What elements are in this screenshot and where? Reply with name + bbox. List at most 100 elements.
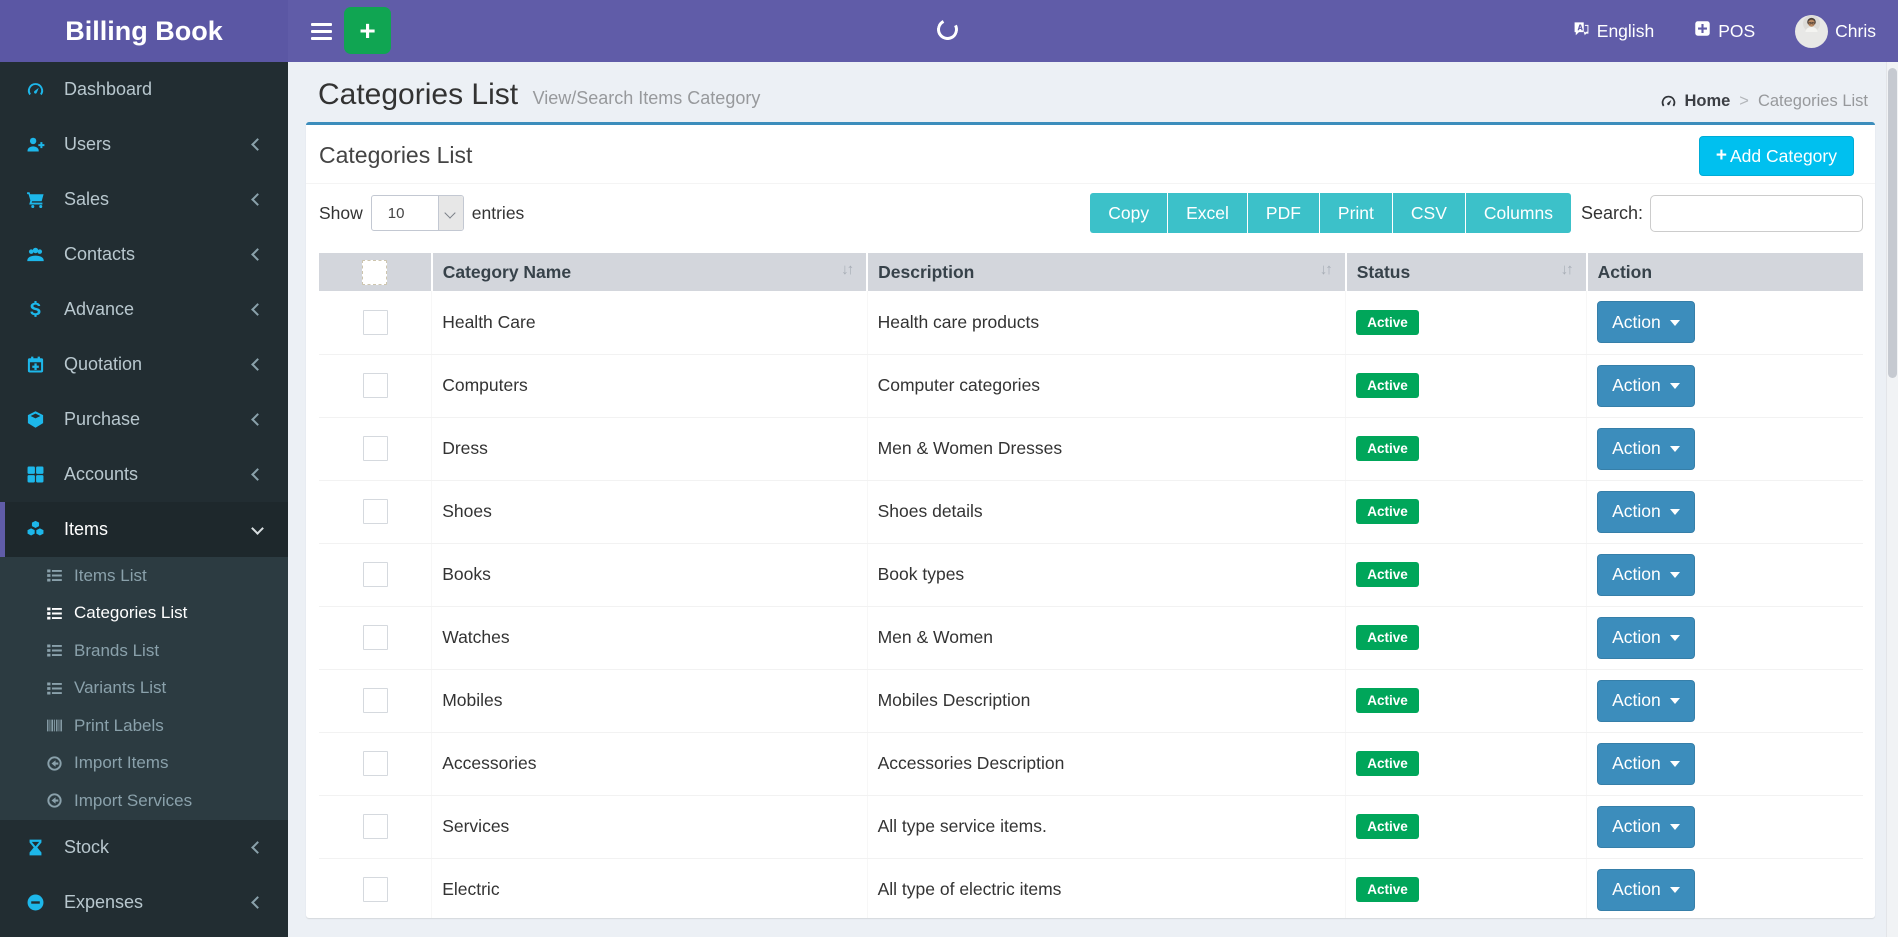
export-excel-button[interactable]: Excel xyxy=(1168,193,1248,233)
export-copy-button[interactable]: Copy xyxy=(1090,193,1168,233)
list-icon xyxy=(46,642,74,659)
sidebar-item-brands-list[interactable]: Brands List xyxy=(0,632,288,670)
hamburger-icon xyxy=(311,23,332,40)
row-checkbox[interactable] xyxy=(363,310,388,335)
caret-down-icon xyxy=(1670,698,1680,709)
cell-description: Book types xyxy=(867,543,1346,606)
row-action-button[interactable]: Action xyxy=(1597,680,1695,722)
page-scrollbar xyxy=(1886,62,1898,937)
row-checkbox[interactable] xyxy=(363,499,388,524)
sidebar-item-users[interactable]: Users xyxy=(0,117,288,172)
row-action-button[interactable]: Action xyxy=(1597,491,1695,533)
column-header-description[interactable]: Description ↓↑ xyxy=(867,253,1346,291)
sort-icon: ↓↑ xyxy=(1561,261,1572,278)
row-checkbox[interactable] xyxy=(363,814,388,839)
pos-button[interactable]: POS xyxy=(1694,20,1755,42)
row-action-button[interactable]: Action xyxy=(1597,869,1695,911)
sidebar-item-categories-list[interactable]: Categories List xyxy=(0,595,288,633)
page-size-value: 10 xyxy=(372,196,438,230)
row-checkbox[interactable] xyxy=(363,751,388,776)
breadcrumb-separator: > xyxy=(1739,92,1749,111)
language-menu[interactable]: English xyxy=(1573,20,1654,42)
chevron-down-icon xyxy=(438,196,463,230)
sidebar-item-stock[interactable]: Stock xyxy=(0,820,288,875)
user-name: Chris xyxy=(1835,21,1876,42)
dollar-icon xyxy=(26,300,56,319)
table-header-row: Category Name ↓↑ Description ↓↑ Status ↓… xyxy=(319,253,1863,291)
scrollbar-thumb[interactable] xyxy=(1888,68,1897,378)
row-checkbox[interactable] xyxy=(363,877,388,902)
chevron-left-icon xyxy=(251,248,264,261)
add-category-button[interactable]: + Add Category xyxy=(1699,136,1854,176)
panel-title: Categories List xyxy=(319,139,1854,171)
export-columns-button[interactable]: Columns xyxy=(1466,193,1571,233)
cell-description: All type of electric items xyxy=(867,858,1346,918)
sidebar-item-quotation[interactable]: Quotation xyxy=(0,337,288,392)
export-pdf-button[interactable]: PDF xyxy=(1248,193,1320,233)
table-row-computers: ComputersComputer categories Active Action xyxy=(319,354,1863,417)
row-checkbox[interactable] xyxy=(363,436,388,461)
row-checkbox[interactable] xyxy=(363,625,388,650)
row-action-button[interactable]: Action xyxy=(1597,554,1695,596)
sidebar-item-contacts[interactable]: Contacts xyxy=(0,227,288,282)
chevron-left-icon xyxy=(251,896,264,909)
sidebar-item-items-list[interactable]: Items List xyxy=(0,557,288,595)
column-header-category-name[interactable]: Category Name ↓↑ xyxy=(432,253,867,291)
row-action-button[interactable]: Action xyxy=(1597,806,1695,848)
gauge-icon xyxy=(1660,93,1677,110)
row-action-button[interactable]: Action xyxy=(1597,365,1695,407)
loading-spinner-icon xyxy=(934,16,960,42)
sidebar-item-import-items[interactable]: Import Items xyxy=(0,745,288,783)
row-action-button[interactable]: Action xyxy=(1597,617,1695,659)
sidebar-item-sales[interactable]: Sales xyxy=(0,172,288,227)
export-print-button[interactable]: Print xyxy=(1320,193,1393,233)
row-action-button[interactable]: Action xyxy=(1597,301,1695,343)
chevron-left-icon xyxy=(251,358,264,371)
row-checkbox[interactable] xyxy=(363,373,388,398)
search-label: Search: xyxy=(1581,203,1643,224)
breadcrumb-current: Categories List xyxy=(1758,92,1868,111)
table-row-services: ServicesAll type service items.ActiveAct… xyxy=(319,795,1863,858)
row-checkbox[interactable] xyxy=(363,688,388,713)
status-badge: Active xyxy=(1356,373,1419,398)
sidebar-item-dashboard[interactable]: Dashboard xyxy=(0,62,288,117)
table-row-watches: WatchesMen & WomenActiveAction xyxy=(319,606,1863,669)
list-icon xyxy=(46,567,74,584)
sidebar-item-items[interactable]: Items xyxy=(0,502,288,557)
main-content: Categories List View/Search Items Catego… xyxy=(288,62,1898,937)
user-menu[interactable]: Chris xyxy=(1795,15,1876,48)
status-badge: Active xyxy=(1356,436,1419,461)
select-all-checkbox[interactable] xyxy=(362,260,387,285)
export-csv-button[interactable]: CSV xyxy=(1393,193,1466,233)
sidebar-item-accounts[interactable]: Accounts xyxy=(0,447,288,502)
quick-add-button[interactable]: + xyxy=(344,7,391,54)
sidebar-item-import-services[interactable]: Import Services xyxy=(0,782,288,820)
sidebar-item-expenses[interactable]: Expenses xyxy=(0,875,288,930)
row-checkbox[interactable] xyxy=(363,562,388,587)
cell-category-name: Electric xyxy=(432,858,867,918)
cell-category-name: Watches xyxy=(432,606,867,669)
page-size-select[interactable]: 10 xyxy=(371,195,464,231)
import-icon xyxy=(46,755,74,772)
search-input[interactable] xyxy=(1650,195,1863,232)
chevron-left-icon xyxy=(251,468,264,481)
sidebar-item-variants-list[interactable]: Variants List xyxy=(0,670,288,708)
app-logo[interactable]: Billing Book xyxy=(0,0,288,62)
page-subtitle: View/Search Items Category xyxy=(533,88,761,108)
page-title: Categories List xyxy=(318,78,518,111)
list-icon xyxy=(46,605,74,622)
sidebar-toggle-button[interactable] xyxy=(300,0,342,62)
sidebar-item-purchase[interactable]: Purchase xyxy=(0,392,288,447)
cell-description: Computer categories xyxy=(867,354,1346,417)
breadcrumb: Home > Categories List xyxy=(1660,92,1868,111)
row-action-button[interactable]: Action xyxy=(1597,743,1695,785)
cell-description: Shoes details xyxy=(867,480,1346,543)
breadcrumb-home-link[interactable]: Home xyxy=(1660,92,1730,111)
cell-category-name: Computers xyxy=(432,354,867,417)
sidebar-item-print-labels[interactable]: Print Labels xyxy=(0,707,288,745)
column-header-status[interactable]: Status ↓↑ xyxy=(1346,253,1587,291)
table-row-books: BooksBook typesActiveAction xyxy=(319,543,1863,606)
row-action-button[interactable]: Action xyxy=(1597,428,1695,470)
user-plus-icon xyxy=(26,135,56,154)
sidebar-item-advance[interactable]: Advance xyxy=(0,282,288,337)
